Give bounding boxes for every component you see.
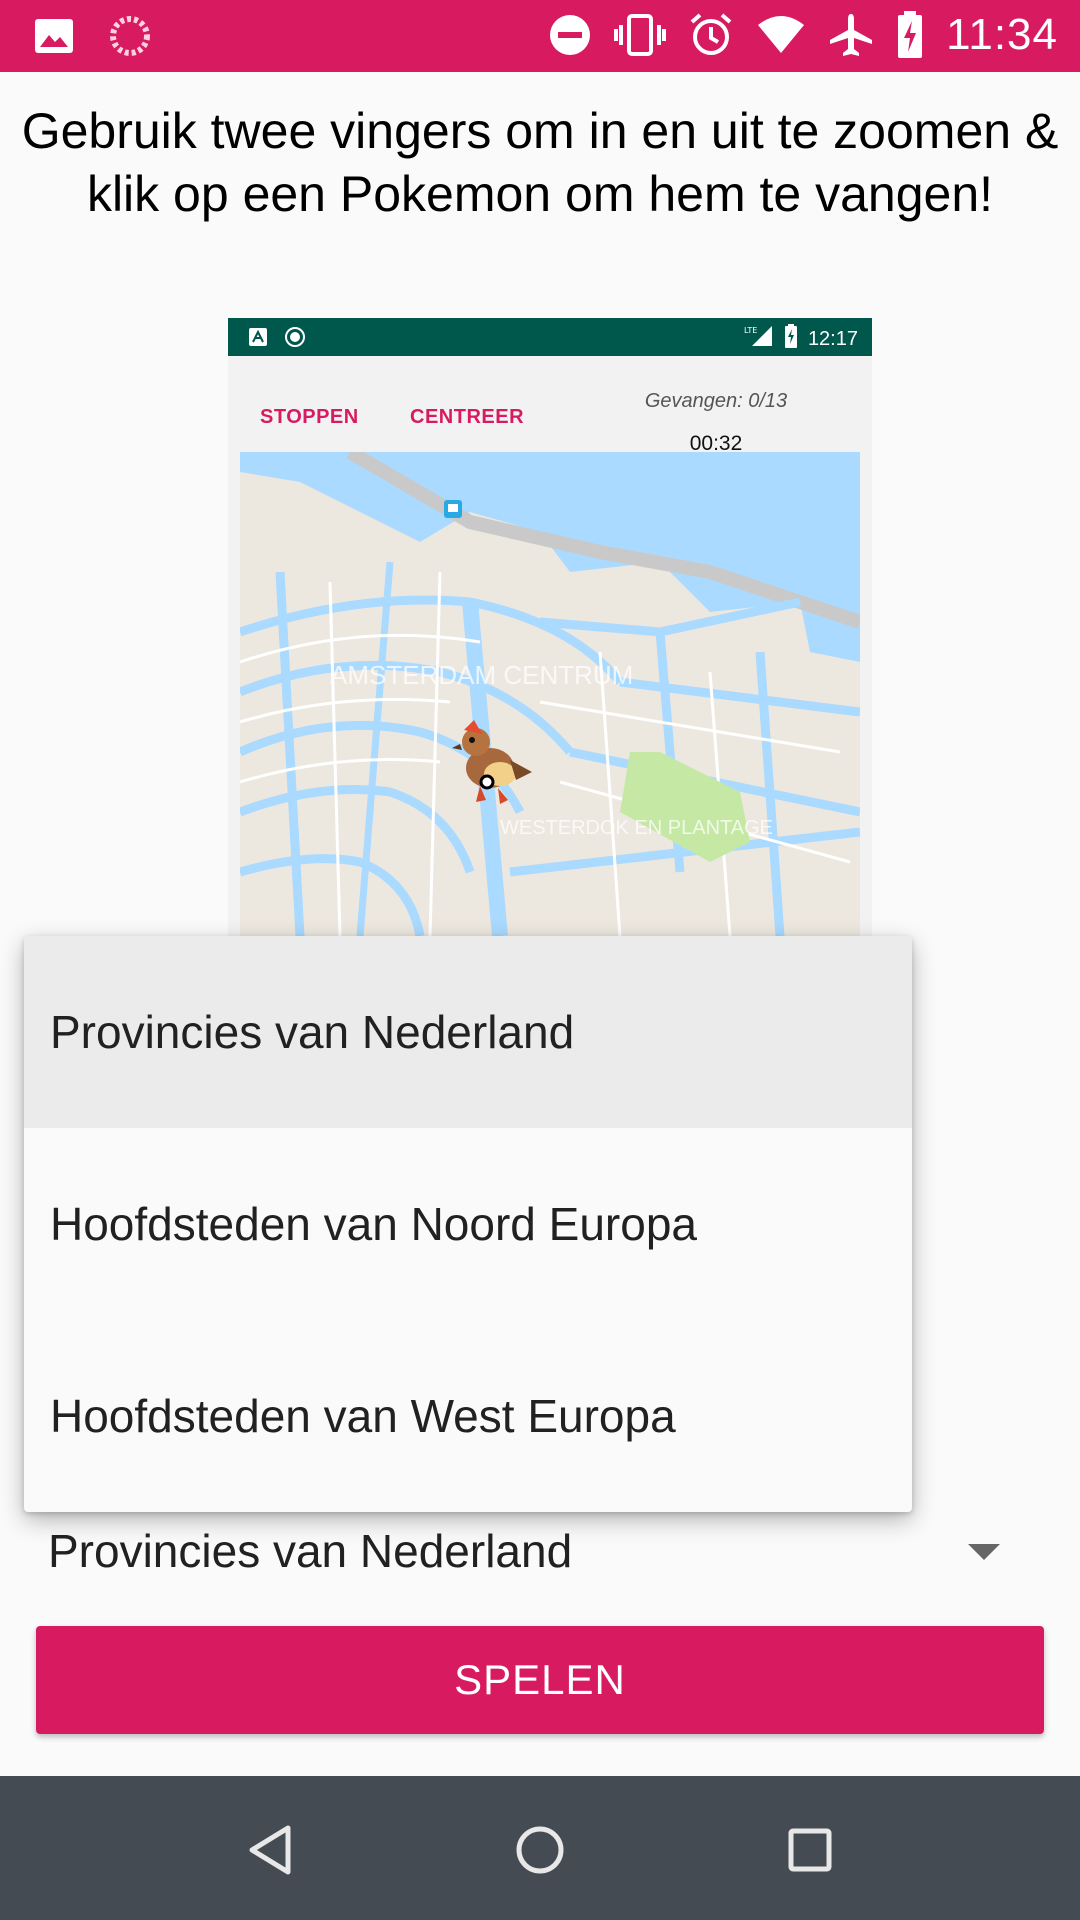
status-bar: 11:34 xyxy=(0,0,1080,72)
svg-text:LTE: LTE xyxy=(744,326,757,335)
dropdown-option-west-europe[interactable]: Hoofdsteden van West Europa xyxy=(24,1320,912,1512)
center-button: CENTREER xyxy=(410,406,525,428)
image-notification-icon xyxy=(34,18,74,54)
recents-icon xyxy=(786,1826,834,1879)
battery-charging-icon xyxy=(896,11,924,59)
map-view: AMSTERDAM CENTRUM WESTERDOK EN PLANTAGE xyxy=(240,452,860,936)
map-label-plantage: WESTERDOK EN PLANTAGE xyxy=(500,817,773,839)
play-button[interactable]: SPELEN xyxy=(36,1626,1044,1734)
game-preview-image: LTE 12:17 STOPPEN CENTREER Gevangen: 0/1… xyxy=(228,318,872,936)
loading-spinner-icon xyxy=(108,14,152,58)
stop-button: STOPPEN xyxy=(260,406,359,428)
preview-toolbar: STOPPEN CENTREER Gevangen: 0/13 00:32 xyxy=(228,356,872,456)
instruction-text: Gebruik twee vingers om in en uit te zoo… xyxy=(21,103,1059,222)
recents-button[interactable] xyxy=(770,1812,850,1892)
preview-lte-icon: LTE xyxy=(744,324,774,354)
navigation-bar xyxy=(0,1776,1080,1920)
caught-counter: Gevangen: 0/13 xyxy=(644,390,788,412)
preview-status-bar: LTE 12:17 xyxy=(228,318,872,356)
vibrate-icon xyxy=(614,13,667,57)
preview-app-icon xyxy=(248,327,268,352)
category-spinner[interactable]: Provincies van Nederland xyxy=(24,1508,1024,1588)
preview-record-icon xyxy=(284,326,306,353)
home-button[interactable] xyxy=(500,1812,580,1892)
spinner-selected-value: Provincies van Nederland xyxy=(48,1525,573,1577)
preview-battery-icon xyxy=(784,324,798,354)
home-icon xyxy=(514,1824,566,1881)
category-dropdown-menu: Provincies van Nederland Hoofdsteden van… xyxy=(24,936,912,1512)
dropdown-arrow-icon xyxy=(968,1544,1000,1560)
map-label-centrum: AMSTERDAM CENTRUM xyxy=(330,660,633,690)
back-button[interactable] xyxy=(230,1812,310,1892)
alarm-icon xyxy=(688,12,734,58)
dropdown-option-provinces[interactable]: Provincies van Nederland xyxy=(24,936,912,1128)
status-clock: 11:34 xyxy=(946,10,1058,59)
back-icon xyxy=(246,1824,294,1881)
airplane-mode-icon xyxy=(828,12,874,58)
dropdown-option-north-europe[interactable]: Hoofdsteden van Noord Europa xyxy=(24,1128,912,1320)
do-not-disturb-icon xyxy=(548,13,592,57)
user-location-marker xyxy=(479,774,495,790)
wifi-icon xyxy=(756,15,806,55)
preview-clock: 12:17 xyxy=(807,327,858,350)
